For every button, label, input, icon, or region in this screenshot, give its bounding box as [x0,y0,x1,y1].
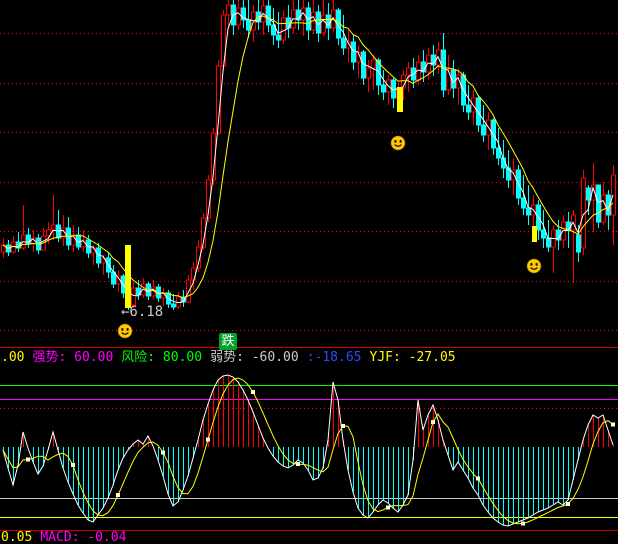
smiley-icon [118,324,132,338]
sub-line-markers [26,390,615,525]
indicator-yjf: YJF: -27.05 [370,350,456,366]
signal-bars [125,87,537,308]
price-low-label: ←6.18 [121,304,163,320]
indicator-left-value: .00 [1,350,24,366]
candles [2,0,616,310]
sub-level-lines [0,348,618,531]
indicator-strong: 强势: 60.00 [32,350,113,366]
stock-chart-window: .00 强势: 60.00 风险: 80.00 弱势: -60.00 :-18.… [0,0,618,544]
smiley-icon [527,259,541,273]
main-ma-lines [3,13,613,303]
macd-value: MACD: -0.04 [40,530,126,544]
indicator-values-row: .00 强势: 60.00 风险: 80.00 弱势: -60.00 :-18.… [1,350,456,366]
macd-values-row: 0.05 MACD: -0.04 [1,530,126,544]
macd-left-value: 0.05 [1,530,32,544]
indicator-weak: 弱势: -60.00 [210,350,299,366]
indicator-extra-value: :-18.65 [307,350,362,366]
indicator-risk: 风险: 80.00 [121,350,202,366]
fall-badge: 跌 [219,333,237,350]
smiley-icons [118,136,541,338]
main-gridlines [0,34,618,331]
chart-canvas[interactable] [0,0,618,544]
sub-histogram [4,375,614,526]
smiley-icon [391,136,405,150]
